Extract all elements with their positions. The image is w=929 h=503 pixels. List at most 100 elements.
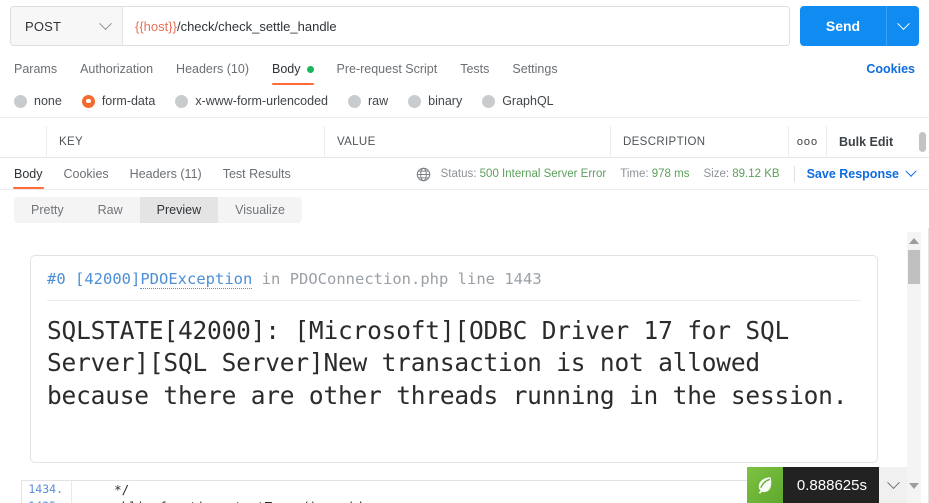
radio-icon: [482, 94, 496, 108]
time-label: Time:: [620, 168, 649, 180]
response-size: Size: 89.12 KB: [703, 168, 779, 180]
thinkphp-leaf-logo-icon[interactable]: [746, 467, 783, 503]
form-data-table-header: KEY VALUE DESCRIPTION ooo Bulk Edit: [0, 126, 929, 158]
body-type-raw[interactable]: raw: [348, 94, 388, 108]
request-url-input[interactable]: {{host}}/check/check_settle_handle: [123, 7, 789, 45]
exception-line-number: 1443: [504, 270, 542, 288]
tab-pre-request-script[interactable]: Pre-request Script: [337, 62, 438, 85]
response-status: Status: 500 Internal Server Error: [441, 168, 607, 180]
url-variable-token: {{host}}: [135, 18, 177, 34]
body-type-graphql[interactable]: GraphQL: [482, 94, 554, 108]
tab-label: Authorization: [80, 62, 154, 76]
url-row: POST {{host}}/check/check_settle_handle …: [10, 6, 919, 46]
column-header-value: VALUE: [325, 126, 611, 157]
response-bar: Body Cookies Headers (11) Test Results S…: [0, 158, 929, 190]
column-header-description: DESCRIPTION: [611, 126, 789, 157]
meta-divider: [793, 166, 795, 182]
send-options-button[interactable]: [886, 6, 919, 46]
debug-bar: 0.888625s: [746, 467, 907, 503]
status-value: 500 Internal Server Error: [479, 168, 607, 180]
exception-file: PDOConnection.php: [289, 270, 449, 288]
radio-label: raw: [368, 94, 389, 108]
save-response-button[interactable]: Save Response: [806, 165, 917, 181]
column-header-key: KEY: [47, 126, 325, 157]
tab-authorization[interactable]: Authorization: [80, 62, 153, 85]
exception-header: #0 [42000]PDOException in PDOConnection.…: [47, 270, 861, 301]
postman-window: POST {{host}}/check/check_settle_handle …: [0, 0, 929, 503]
scroll-thumb[interactable]: [908, 250, 920, 284]
tab-label: Settings: [512, 62, 558, 76]
view-preview[interactable]: Preview: [139, 197, 219, 223]
radio-selected-icon: [81, 94, 95, 108]
tab-params[interactable]: Params: [14, 62, 57, 85]
code-line-text: public function startTrans(): void: [72, 498, 363, 503]
debug-bar-toggle[interactable]: [879, 467, 907, 503]
response-preview-pane: #0 [42000]PDOException in PDOConnection.…: [0, 228, 929, 503]
body-type-binary[interactable]: binary: [408, 94, 462, 108]
url-path-text: /check/check_settle_handle: [176, 18, 337, 34]
exception-card: #0 [42000]PDOException in PDOConnection.…: [30, 255, 878, 463]
size-value: 89.12 KB: [732, 168, 780, 180]
ellipsis-icon[interactable]: ooo: [789, 126, 827, 157]
exception-class-link[interactable]: PDOException: [140, 270, 253, 289]
response-view-segment-group: Pretty Raw Preview Visualize: [14, 197, 302, 223]
body-type-x-www-form-urlencoded[interactable]: x-www-form-urlencoded: [175, 94, 328, 108]
frame-index: #0: [47, 270, 66, 288]
ellipsis-glyph: ooo: [796, 135, 819, 148]
body-filled-dot-icon: [306, 65, 314, 73]
line-keyword: line: [457, 270, 495, 288]
radio-icon: [408, 94, 422, 108]
scroll-down-arrow-icon[interactable]: [907, 479, 921, 493]
size-label: Size:: [703, 168, 730, 180]
chevron-down-icon: [896, 16, 910, 30]
radio-label: none: [34, 94, 62, 108]
body-type-none[interactable]: none: [14, 94, 62, 108]
view-pretty[interactable]: Pretty: [14, 197, 81, 223]
request-tabs: Params Authorization Headers (10) Body P…: [0, 52, 929, 85]
code-line-text: */: [84, 482, 130, 497]
exception-message: SQLSTATE[42000]: [Microsoft][ODBC Driver…: [47, 316, 848, 410]
response-time: Time: 978 ms: [620, 168, 689, 180]
radio-label: x-www-form-urlencoded: [195, 94, 328, 108]
chevron-down-icon: [99, 16, 112, 30]
response-tab-test-results[interactable]: Test Results: [223, 167, 291, 189]
cookies-link[interactable]: Cookies: [866, 62, 915, 85]
response-meta-group: Status: 500 Internal Server Error Time: …: [416, 165, 917, 189]
response-tab-body[interactable]: Body: [13, 167, 43, 189]
tab-label: Body: [272, 62, 301, 76]
response-tab-cookies[interactable]: Cookies: [64, 167, 109, 189]
send-button[interactable]: Send: [800, 6, 886, 46]
time-value: 978 ms: [651, 168, 690, 180]
table-scrollbar-thumb[interactable]: [919, 132, 926, 152]
tab-label: Pre-request Script: [336, 62, 438, 76]
code-line-number: 1434.: [22, 481, 72, 498]
code-line-number: 1435.: [22, 498, 72, 503]
tab-headers[interactable]: Headers (10): [176, 62, 249, 85]
tab-label: Tests: [460, 62, 490, 76]
chevron-down-icon: [886, 475, 900, 489]
sql-state-code: [42000]: [75, 270, 141, 288]
http-method-select[interactable]: POST: [11, 7, 123, 45]
body-type-radio-group: none form-data x-www-form-urlencoded raw…: [0, 85, 929, 118]
tab-settings[interactable]: Settings: [512, 62, 557, 85]
radio-icon: [14, 94, 27, 108]
debug-bar-time: 0.888625s: [782, 467, 879, 503]
globe-icon[interactable]: [416, 167, 431, 182]
body-type-form-data[interactable]: form-data: [81, 94, 155, 108]
request-url-bar: POST {{host}}/check/check_settle_handle …: [0, 0, 929, 52]
response-tab-headers[interactable]: Headers (11): [130, 167, 202, 189]
view-raw[interactable]: Raw: [81, 197, 140, 223]
status-label: Status:: [440, 168, 477, 180]
view-visualize[interactable]: Visualize: [218, 197, 302, 223]
radio-label: binary: [428, 94, 463, 108]
tab-body[interactable]: Body: [272, 62, 314, 85]
radio-icon: [348, 94, 361, 108]
scroll-up-arrow-icon[interactable]: [907, 234, 921, 248]
chevron-down-icon: [905, 165, 917, 177]
preview-vertical-scrollbar[interactable]: [907, 232, 921, 503]
bulk-edit-button[interactable]: Bulk Edit: [827, 126, 929, 157]
save-response-label: Save Response: [806, 167, 899, 181]
radio-icon: [175, 94, 189, 108]
tab-tests[interactable]: Tests: [460, 62, 489, 85]
table-checkbox-gutter: [0, 126, 47, 157]
